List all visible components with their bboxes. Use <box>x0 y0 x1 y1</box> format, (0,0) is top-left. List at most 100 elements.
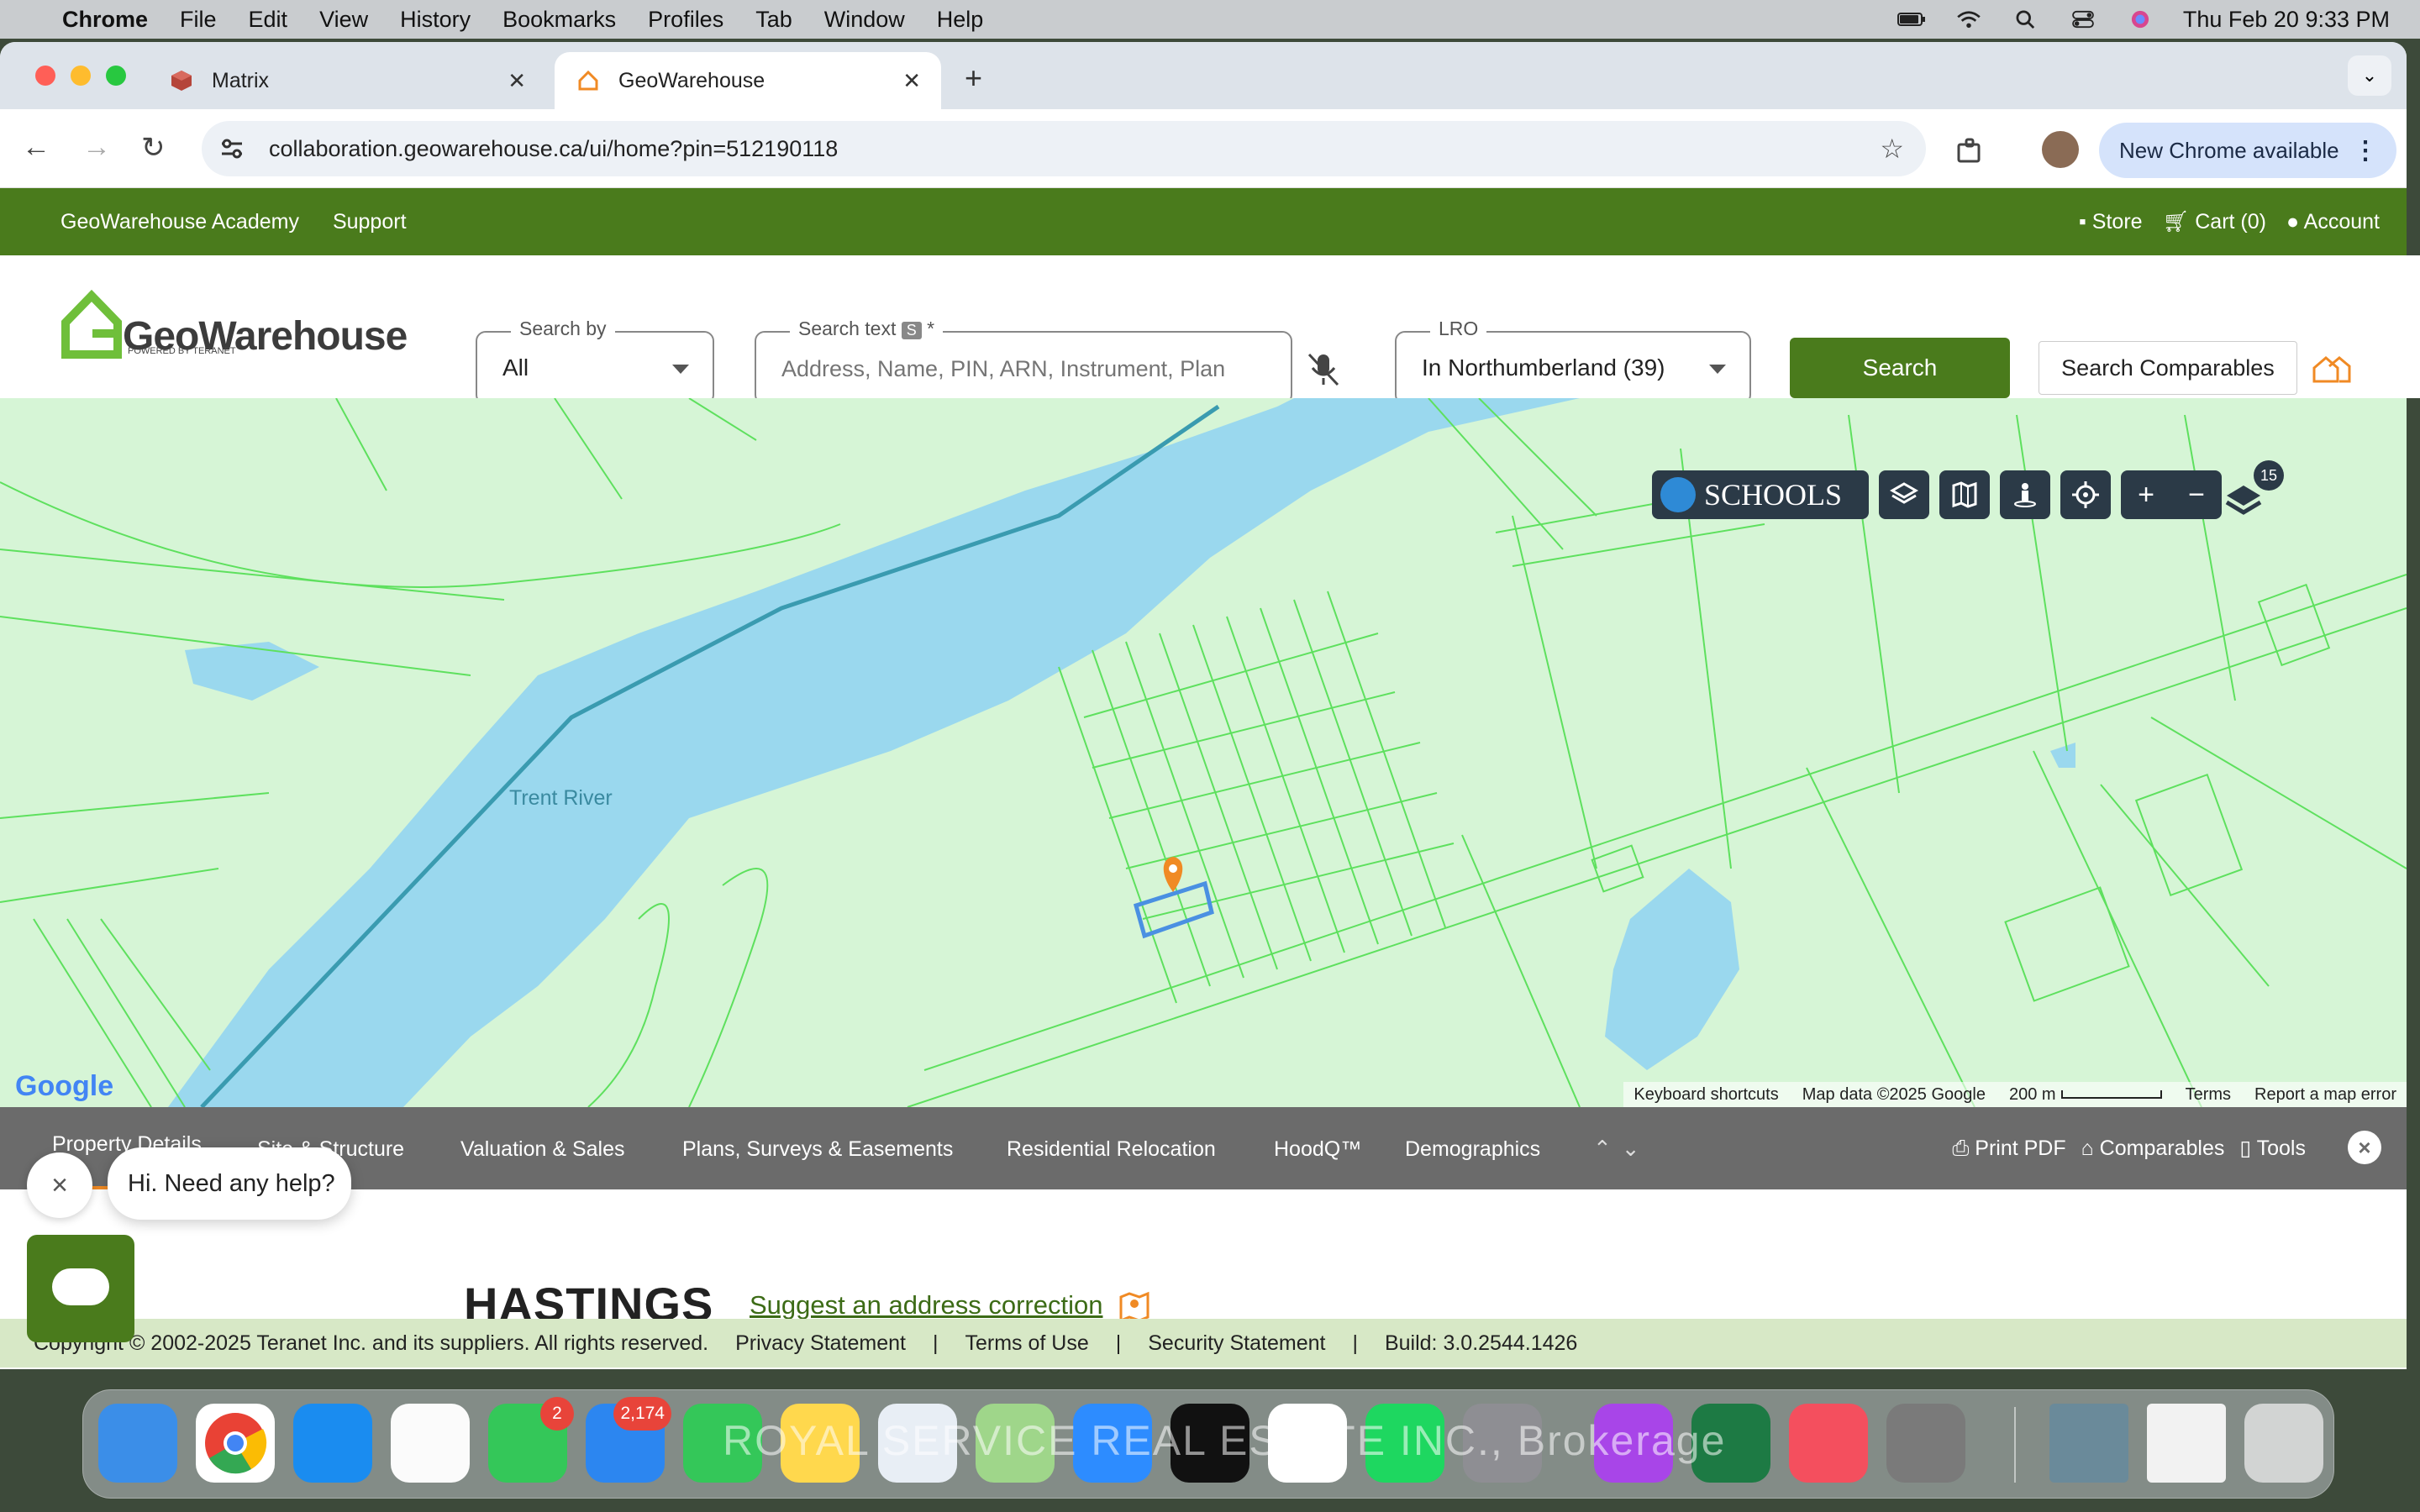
printer-app-icon[interactable] <box>1886 1404 1965 1483</box>
close-window-button[interactable] <box>35 66 55 86</box>
footer-separator: | <box>932 1331 939 1355</box>
battery-icon[interactable] <box>1897 10 1926 29</box>
tab-valuation-sales[interactable]: Valuation & Sales <box>460 1137 625 1162</box>
wifi-icon[interactable] <box>1954 10 1983 29</box>
selected-parcel-outline[interactable] <box>1133 880 1214 939</box>
search-comparables-button[interactable]: Search Comparables <box>2039 341 2297 395</box>
store-link[interactable]: ▪ Store <box>2079 210 2143 234</box>
zoom-window-button[interactable] <box>106 66 126 86</box>
new-chrome-available-button[interactable]: New Chrome available ⋮ <box>2099 123 2396 178</box>
tab-matrix[interactable]: Matrix ✕ <box>148 52 546 109</box>
mail-icon[interactable]: 2,174 <box>586 1397 671 1483</box>
search-text-field[interactable]: Search text S * <box>755 318 1292 405</box>
safari-icon[interactable] <box>293 1404 372 1483</box>
chat-launcher-button[interactable] <box>27 1235 134 1342</box>
scale-label: 200 m <box>2008 1084 2056 1104</box>
zoom-in-button[interactable]: + <box>2138 479 2154 512</box>
comparables-house-icon[interactable] <box>2311 351 2353 385</box>
menu-help[interactable]: Help <box>937 7 984 33</box>
cart-link[interactable]: 🛒︎ Cart (0) <box>2163 210 2266 234</box>
spotlight-search-icon[interactable] <box>2012 10 2040 29</box>
brokerage-watermark: ROYAL SERVICE REAL ESTATE INC., Brokerag… <box>723 1417 1727 1464</box>
tab-residential-relocation[interactable]: Residential Relocation <box>1007 1137 1216 1162</box>
control-center-icon[interactable] <box>2069 10 2097 29</box>
finder-icon[interactable] <box>98 1404 177 1483</box>
map-marker-icon[interactable] <box>1118 1289 1151 1322</box>
menu-file[interactable]: File <box>180 7 217 33</box>
update-label: New Chrome available <box>2119 137 2339 163</box>
siri-icon[interactable] <box>2126 10 2154 29</box>
messages-icon[interactable]: 2 <box>488 1397 574 1483</box>
suggest-address-correction-link[interactable]: Suggest an address correction <box>750 1290 1102 1320</box>
recent-document-thumbnail[interactable] <box>2049 1404 2128 1483</box>
privacy-link[interactable]: Privacy Statement <box>735 1331 906 1356</box>
tools-button[interactable]: ▯ Tools <box>2239 1136 2306 1161</box>
map-type-button[interactable] <box>1939 470 1990 519</box>
scale-indicator[interactable]: 200 m <box>2009 1085 2162 1105</box>
tab-hoodq[interactable]: HoodQ™ <box>1274 1137 1361 1162</box>
new-tab-button[interactable]: + <box>965 60 982 96</box>
tab-geowarehouse[interactable]: GeoWarehouse ✕ <box>555 52 941 109</box>
search-button[interactable]: Search <box>1790 338 2010 398</box>
street-view-button[interactable] <box>2000 470 2050 519</box>
map-layers-button[interactable] <box>1879 470 1929 519</box>
menu-profiles[interactable]: Profiles <box>648 7 723 33</box>
account-link[interactable]: ● Account <box>2286 210 2380 234</box>
terms-link[interactable]: Terms of Use <box>965 1331 1088 1356</box>
print-pdf-button[interactable]: ⎙ Print PDF <box>1952 1137 2065 1161</box>
bookmark-star-icon[interactable]: ☆ <box>1880 133 1904 165</box>
microphone-off-icon[interactable] <box>1302 348 1344 390</box>
comparables-button[interactable]: ⌂ Comparables <box>2081 1137 2225 1161</box>
parcel-map[interactable]: Trent River Google SCHOOLS + − 15 Keyboa… <box>0 398 2407 1107</box>
menu-app-name[interactable]: Chrome <box>62 7 148 33</box>
security-link[interactable]: Security Statement <box>1148 1331 1325 1356</box>
menu-bookmarks[interactable]: Bookmarks <box>502 7 616 33</box>
keyboard-shortcuts-link[interactable]: Keyboard shortcuts <box>1634 1085 1778 1105</box>
more-menu-icon[interactable]: ⋮ <box>2353 136 2378 165</box>
chat-greeting-bubble[interactable]: Hi. Need any help? <box>108 1147 351 1220</box>
chrome-icon[interactable] <box>196 1404 275 1483</box>
lro-select[interactable]: LRO In Northumberland (39) <box>1395 318 1751 405</box>
menu-view[interactable]: View <box>319 7 368 33</box>
menu-window[interactable]: Window <box>824 7 905 33</box>
map-attribution: Keyboard shortcuts Map data ©2025 Google… <box>1623 1082 2407 1107</box>
academy-link[interactable]: GeoWarehouse Academy <box>60 210 299 234</box>
menu-edit[interactable]: Edit <box>249 7 288 33</box>
photos-icon[interactable] <box>391 1404 470 1483</box>
my-location-button[interactable] <box>2060 470 2111 519</box>
close-tab-icon[interactable]: ✕ <box>508 68 526 94</box>
tab-demographics[interactable]: Demographics <box>1405 1137 1540 1162</box>
search-by-select[interactable]: Search by All <box>476 318 714 405</box>
zoom-out-button[interactable]: − <box>2188 479 2205 512</box>
news-icon[interactable] <box>1789 1404 1868 1483</box>
url-text[interactable]: collaboration.geowarehouse.ca/ui/home?pi… <box>269 136 838 162</box>
support-link[interactable]: Support <box>333 210 407 234</box>
schools-button[interactable]: SCHOOLS <box>1652 470 1869 519</box>
address-bar[interactable]: collaboration.geowarehouse.ca/ui/home?pi… <box>202 121 1926 176</box>
tab-plans-surveys[interactable]: Plans, Surveys & Easements <box>682 1137 953 1162</box>
extensions-icon[interactable] <box>1956 138 1985 163</box>
map-terms-link[interactable]: Terms <box>2186 1085 2231 1105</box>
property-location-pin-icon[interactable] <box>1163 857 1183 892</box>
forward-button[interactable]: → <box>82 131 111 164</box>
reload-button[interactable]: ↻ <box>141 131 166 165</box>
menu-tab[interactable]: Tab <box>755 7 792 33</box>
downloads-stack-icon[interactable] <box>2147 1404 2226 1483</box>
trash-icon[interactable] <box>2244 1404 2323 1483</box>
report-map-error-link[interactable]: Report a map error <box>2254 1085 2396 1105</box>
search-input[interactable] <box>781 356 1286 382</box>
site-info-icon[interactable] <box>217 134 247 164</box>
chat-dismiss-icon[interactable]: × <box>27 1152 92 1218</box>
google-logo[interactable]: Google <box>15 1070 113 1103</box>
tab-search-button[interactable]: ⌄ <box>2348 55 2391 96</box>
menu-history[interactable]: History <box>400 7 471 33</box>
expand-collapse-icons[interactable]: ⌃⌄ <box>1593 1136 1650 1162</box>
geowarehouse-logo[interactable]: GeoWarehouse POWERED BY TERANET <box>60 289 408 360</box>
close-panel-icon[interactable]: × <box>2348 1131 2381 1164</box>
minimize-window-button[interactable] <box>71 66 91 86</box>
back-button[interactable]: ← <box>22 131 50 164</box>
profile-avatar[interactable] <box>2042 131 2079 168</box>
chevron-down-icon <box>672 365 689 374</box>
menubar-datetime[interactable]: Thu Feb 20 9:33 PM <box>2183 7 2390 33</box>
close-tab-icon[interactable]: ✕ <box>902 68 921 94</box>
